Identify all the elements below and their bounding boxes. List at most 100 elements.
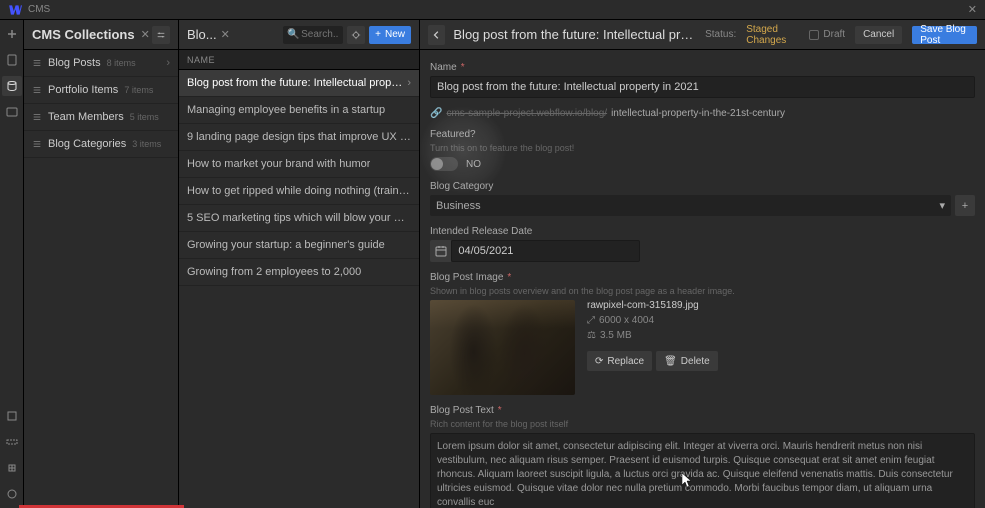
field-image: Blog Post Image* Shown in blog posts ove… [430,272,975,395]
dimensions-icon: ⤢ [587,315,595,326]
slug-value[interactable]: intellectual-property-in-the-21st-centur… [611,108,785,119]
draft-toggle[interactable]: Draft [809,29,845,40]
chevron-down-icon: ▾ [939,199,945,212]
collection-count: 7 items [124,85,153,95]
list-item-label: Blog post from the future: Intellectual … [187,77,407,89]
cancel-button[interactable]: Cancel [855,26,902,44]
checkbox-icon [809,30,819,40]
list-icon [32,58,42,68]
list-item[interactable]: How to market your brand with humor [179,151,419,178]
collections-settings-icon[interactable] [152,26,170,44]
editor-header: Blog post from the future: Intellectual … [420,20,985,50]
collection-name: Team Members [48,111,124,123]
editor-body: Name * 🔗 cms-sample-project.webflow.io/bl… [420,50,985,508]
editor-title: Blog post from the future: Intellectual … [453,27,697,42]
items-panel: Blo... ✕ 🔍 + New NAME Blog post from the … [179,20,420,508]
left-rail [0,20,24,508]
collections-close-icon[interactable]: ✕ [141,28,150,41]
webflow-logo-icon [8,3,22,17]
rail-bottom-1-icon[interactable] [2,406,22,426]
save-button[interactable]: Save Blog Post [912,26,977,44]
items-tab-close-icon[interactable]: ✕ [221,28,230,41]
list-item[interactable]: How to get ripped while doing nothing (t… [179,178,419,205]
delete-label: Delete [681,356,710,367]
rail-cms-icon[interactable] [2,76,22,96]
rail-bottom-2-icon[interactable] [2,432,22,452]
list-item-label: How to market your brand with humor [187,158,370,170]
collection-count: 8 items [107,58,136,68]
rail-pages-icon[interactable] [2,50,22,70]
slug-prefix: cms-sample-project.webflow.io/blog/ [446,108,607,119]
list-item[interactable]: Blog post from the future: Intellectual … [179,70,419,97]
replace-label: Replace [607,356,644,367]
rich-text-editor[interactable]: Lorem ipsum dolor sit amet, consectetur … [430,433,975,508]
category-label: Blog Category [430,181,493,192]
list-item[interactable]: 9 landing page design tips that improve … [179,124,419,151]
field-date: Intended Release Date [430,226,975,262]
search-icon: 🔍 [287,29,299,40]
editor-panel: Blog post from the future: Intellectual … [420,20,985,508]
list-item-label: Growing your startup: a beginner's guide [187,239,385,251]
items-tab-name: Blo... [187,27,217,42]
collection-name: Blog Categories [48,138,126,150]
field-category: Blog Category Business ▾ + [430,181,975,216]
status-label: Status: [705,29,736,40]
image-preview[interactable] [430,300,575,395]
replace-button[interactable]: ⟳ Replace [587,351,652,371]
date-input[interactable] [451,240,640,262]
list-item[interactable]: Managing employee benefits in a startup [179,97,419,124]
titlebar: CMS ✕ [0,0,985,20]
name-label: Name [430,62,457,73]
required-mark: * [498,405,502,416]
featured-toggle[interactable] [430,157,458,171]
rail-add-icon[interactable] [2,24,22,44]
collections-header: CMS Collections ✕ [24,20,178,50]
field-text: Blog Post Text* Rich content for the blo… [430,405,975,508]
list-item[interactable]: Growing from 2 employees to 2,000 [179,259,419,286]
required-mark: * [507,272,511,283]
collection-item-categories[interactable]: Blog Categories 3 items [24,131,178,158]
name-input[interactable] [430,76,975,98]
list-icon [32,85,42,95]
featured-hint: Turn this on to feature the blog post! [430,143,975,153]
calendar-icon[interactable] [430,240,451,262]
chevron-right-icon: › [407,77,411,89]
list-item[interactable]: 5 SEO marketing tips which will blow you… [179,205,419,232]
status-value: Staged Changes [746,24,799,46]
draft-label: Draft [823,29,845,40]
items-settings-button[interactable] [347,26,365,44]
list-icon [32,139,42,149]
delete-button[interactable]: 🗑Delete [656,351,718,371]
back-button[interactable] [428,25,445,45]
rail-bottom-4-icon[interactable] [2,484,22,504]
image-hint: Shown in blog posts overview and on the … [430,286,975,296]
field-slug: 🔗 cms-sample-project.webflow.io/blog/int… [430,108,975,119]
name-column-header: NAME [187,55,215,65]
field-name: Name * [430,62,975,98]
list-item[interactable]: Growing your startup: a beginner's guide [179,232,419,259]
collection-item-team[interactable]: Team Members 5 items [24,104,178,131]
plus-icon: + [375,29,381,40]
featured-label: Featured? [430,129,476,140]
rail-assets-icon[interactable] [2,102,22,122]
list-icon [32,112,42,122]
new-item-button[interactable]: + New [369,26,411,44]
collection-item-portfolio[interactable]: Portfolio Items 7 items [24,77,178,104]
image-size: 3.5 MB [600,330,632,341]
close-window-icon[interactable]: ✕ [968,3,977,16]
items-subheader: NAME [179,50,419,70]
new-label: New [385,29,405,40]
rail-bottom-3-icon[interactable] [2,458,22,478]
required-mark: * [461,62,465,73]
list-item-label: 5 SEO marketing tips which will blow you… [187,212,411,224]
category-select[interactable]: Business ▾ [430,195,951,216]
list-item-label: Growing from 2 employees to 2,000 [187,266,361,278]
link-icon: 🔗 [430,108,442,119]
refresh-icon: ⟳ [595,356,603,367]
image-filename: rawpixel-com-315189.jpg [587,300,718,311]
category-value: Business [436,200,481,212]
date-label: Intended Release Date [430,226,532,237]
category-add-button[interactable]: + [955,195,975,216]
collection-item-blog-posts[interactable]: Blog Posts 8 items › [24,50,178,77]
collections-panel: CMS Collections ✕ Blog Posts 8 items › P… [24,20,179,508]
